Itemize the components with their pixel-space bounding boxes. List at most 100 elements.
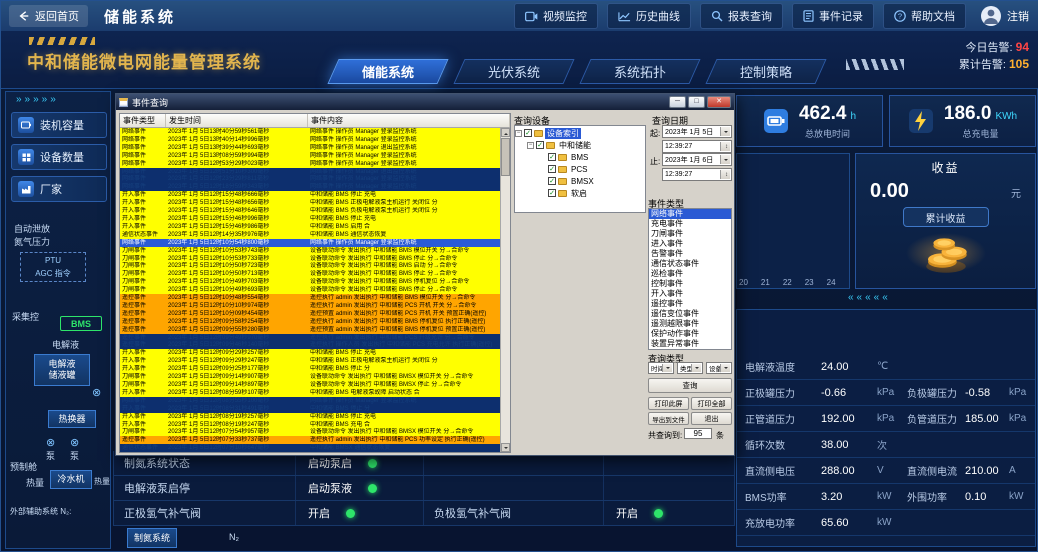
- event-table-row[interactable]: 遥控事件 2023年 1月 5日12时09分58秒254毫秒 遥控执行 admi…: [120, 318, 500, 326]
- tree-checkbox[interactable]: ✓: [548, 189, 556, 197]
- vertical-scrollbar[interactable]: [500, 128, 510, 452]
- event-table-row[interactable]: 刀闸事件 2023年 1月 5日12时09分14秒907毫秒 设备联动命令 发出…: [120, 373, 500, 381]
- event-table-row[interactable]: 开入事件 2023年 1月 5日12时08分19秒257毫秒 中和储能 BMS …: [120, 413, 500, 421]
- tree-item[interactable]: − ✓ 设备索引: [515, 127, 645, 139]
- tree-checkbox[interactable]: ✓: [536, 141, 544, 149]
- event-record-button[interactable]: 事件记录: [792, 3, 874, 29]
- event-type-option[interactable]: 装置异常事件: [649, 339, 731, 349]
- back-home-button[interactable]: 返回首页: [9, 5, 88, 27]
- sidebar-item-manufacturer[interactable]: 厂家: [11, 176, 107, 202]
- export-file-button[interactable]: 导出到文件: [648, 412, 689, 425]
- tree-expander[interactable]: −: [527, 142, 534, 149]
- event-type-option[interactable]: 控制事件: [649, 279, 731, 289]
- event-table-row[interactable]: 遥控事件 2023年 1月 5日12时09分49秒970毫秒 遥控执行 admi…: [120, 334, 500, 342]
- print-screen-button[interactable]: 打印此屏: [648, 397, 689, 410]
- close-button[interactable]: ✕: [707, 96, 731, 108]
- event-table-row[interactable]: 刀闸事件 2023年 1月 5日12时10分50秒723毫秒 设备联动命令 发出…: [120, 262, 500, 270]
- event-table-row[interactable]: 通信状态事件 2023年 1月 5日12时14分35秒976毫秒 中和储能 BM…: [120, 231, 500, 239]
- print-all-button[interactable]: 打印全部: [691, 397, 732, 410]
- event-table-row[interactable]: 网络事件 2023年 1月 5日12时10分54秒800毫秒 网络事件 操作员 …: [120, 239, 500, 247]
- event-table-row[interactable]: 网络事件 2023年 1月 5日12时51分10秒300毫秒 网络事件 操作员 …: [120, 168, 500, 176]
- event-table-row[interactable]: 开入事件 2023年 1月 5日12时08分59秒107毫秒 中和储能 BMS …: [120, 389, 500, 397]
- event-table-row[interactable]: 刀闸事件 2023年 1月 5日12时10分49秒703毫秒 设备联动命令 发出…: [120, 278, 500, 286]
- event-table-row[interactable]: 刀闸事件 2023年 1月 5日12时10分49秒693毫秒 设备联动命令 发出…: [120, 286, 500, 294]
- maximize-button[interactable]: □: [688, 96, 705, 108]
- nav-tab[interactable]: 光伏系统: [453, 59, 574, 84]
- history-curve-button[interactable]: 历史曲线: [607, 3, 691, 29]
- event-type-option[interactable]: 进入事件: [649, 239, 731, 249]
- cumulative-revenue-button[interactable]: 累计收益: [903, 207, 989, 227]
- col-event-time[interactable]: 发生时间: [166, 114, 308, 127]
- event-type-option[interactable]: 充电事件: [649, 219, 731, 229]
- event-type-option[interactable]: 遥信变位事件: [649, 309, 731, 319]
- tree-item[interactable]: ✓ 软启: [515, 187, 645, 199]
- event-table-row[interactable]: 网络事件 2023年 1月 5日13时40分14秒996毫秒 网络事件 操作员 …: [120, 136, 500, 144]
- event-table-row[interactable]: 遥控事件 2023年 1月 5日12时10分09秒454毫秒 遥控预置 admi…: [120, 310, 500, 318]
- event-table-row[interactable]: 刀闸事件 2023年 1月 5日12时10分53秒733毫秒 设备联动命令 发出…: [120, 255, 500, 263]
- tree-expander[interactable]: −: [515, 130, 522, 137]
- logout-label[interactable]: 注销: [1007, 8, 1029, 24]
- nav-tab[interactable]: 储能系统: [327, 59, 448, 84]
- event-table-row[interactable]: 网络事件 2023年 1月 5日12时18分59秒343毫秒 网络事件 操作员 …: [120, 183, 500, 191]
- event-table-row[interactable]: 开入事件 2023年 1月 5日12时15分48秒646毫秒 中和储能 BMS …: [120, 207, 500, 215]
- event-table-row[interactable]: 网络事件 2023年 1月 5日12时53分29秒023毫秒 网络事件 操作员 …: [120, 160, 500, 168]
- event-table-row[interactable]: 刀闸事件 2023年 1月 5日12时10分50秒713毫秒 设备联动命令 发出…: [120, 270, 500, 278]
- event-table-row[interactable]: 遥控事件 2023年 1月 5日12时10分48秒554毫秒 遥控执行 admi…: [120, 294, 500, 302]
- col-event-content[interactable]: 事件内容: [308, 114, 510, 127]
- scroll-up-arrow[interactable]: [501, 128, 510, 137]
- event-table-row[interactable]: 刀闸事件 2023年 1月 5日12时09分14秒897毫秒 设备联动命令 发出…: [120, 381, 500, 389]
- sort-device-select[interactable]: 设备↑: [706, 362, 732, 374]
- to-time-spinner[interactable]: 12:39:27: [662, 168, 732, 181]
- scroll-thumb[interactable]: [501, 138, 510, 176]
- tree-checkbox[interactable]: ✓: [548, 165, 556, 173]
- minimize-button[interactable]: ─: [669, 96, 686, 108]
- event-table-row[interactable]: 开入事件 2023年 1月 5日12时15分48秒666毫秒 中和储能 BMS …: [120, 191, 500, 199]
- scroll-down-arrow[interactable]: [501, 443, 510, 452]
- event-table-row[interactable]: 网络事件 2023年 1月 5日12时23分29秒811毫秒 网络事件 操作员 …: [120, 175, 500, 183]
- sidebar-item-installed-capacity[interactable]: 装机容量: [11, 112, 107, 138]
- event-table-row[interactable]: 开入事件 2023年 1月 5日12时08分19秒247毫秒 中和储能 BMS …: [120, 421, 500, 429]
- event-table-row[interactable]: 网络事件 2023年 1月 5日13时39分44秒693毫秒 网络事件 操作员 …: [120, 144, 500, 152]
- event-table-row[interactable]: 刀闸事件 2023年 1月 5日12时07分54秒957毫秒 设备联动命令 发出…: [120, 428, 500, 436]
- sidebar-item-device-count[interactable]: 设备数量: [11, 144, 107, 170]
- dialog-title-bar[interactable]: 事件查询 ─ □ ✕: [116, 94, 734, 110]
- event-table-row[interactable]: 开入事件 2023年 1月 5日12时09分25秒177毫秒 中和储能 BMS …: [120, 365, 500, 373]
- event-table-row[interactable]: 开入事件 2023年 1月 5日12时15分48秒656毫秒 中和储能 BMS …: [120, 199, 500, 207]
- event-type-option[interactable]: 遥测越限事件: [649, 319, 731, 329]
- tree-item[interactable]: ✓ BMS: [515, 151, 645, 163]
- nav-tab[interactable]: 控制策略: [705, 59, 826, 84]
- sort-time-select[interactable]: 时间↑: [648, 362, 674, 374]
- tree-item[interactable]: ✓ PCS: [515, 163, 645, 175]
- event-table-row[interactable]: 网络事件 2023年 1月 5日13时08分59秒994毫秒 网络事件 操作员 …: [120, 152, 500, 160]
- col-event-type[interactable]: 事件类型: [120, 114, 166, 127]
- query-button[interactable]: 查询: [648, 378, 732, 393]
- tree-item[interactable]: ✓ BMSX: [515, 175, 645, 187]
- tree-checkbox[interactable]: ✓: [548, 177, 556, 185]
- tree-item[interactable]: − ✓ 中和储能: [515, 139, 645, 151]
- event-table-row[interactable]: 网络事件 2023年 1月 5日13时40分59秒561毫秒 网络事件 操作员 …: [120, 128, 500, 136]
- event-type-option[interactable]: 开入事件: [649, 289, 731, 299]
- event-table-row[interactable]: 遥控事件 2023年 1月 5日12时10分10秒974毫秒 遥控执行 admi…: [120, 302, 500, 310]
- event-type-option[interactable]: 遥控事件: [649, 299, 731, 309]
- event-table-row[interactable]: 开入事件 2023年 1月 5日12时09分29秒257毫秒 中和储能 BMS …: [120, 349, 500, 357]
- event-type-option[interactable]: 巡检事件: [649, 269, 731, 279]
- video-monitor-button[interactable]: 视频监控: [514, 3, 598, 29]
- event-type-option[interactable]: 网络事件: [649, 209, 731, 219]
- sort-type-select[interactable]: 类型↑: [677, 362, 703, 374]
- event-table-row[interactable]: 遥控事件 2023年 1月 5日12时09分46秒140毫秒 遥控执行 操作人员…: [120, 341, 500, 349]
- event-type-option[interactable]: 通信状态事件: [649, 259, 731, 269]
- exit-button[interactable]: 退出: [691, 412, 732, 425]
- tree-checkbox[interactable]: ✓: [524, 129, 532, 137]
- event-table-row[interactable]: 通信状态事件 2023年 1月 5日12时07分10秒647毫秒 中和储能 BM…: [120, 444, 500, 452]
- event-type-option[interactable]: 告警事件: [649, 249, 731, 259]
- tree-checkbox[interactable]: ✓: [548, 153, 556, 161]
- from-time-spinner[interactable]: 12:39:27: [662, 140, 732, 153]
- event-table-row[interactable]: 开入事件 2023年 1月 5日12时09分29秒247毫秒 中和储能 BMS …: [120, 357, 500, 365]
- event-table-row[interactable]: 刀闸事件 2023年 1月 5日12时10分53秒743毫秒 设备联动命令 发出…: [120, 247, 500, 255]
- help-doc-button[interactable]: ? 帮助文档: [883, 3, 966, 29]
- event-table-row[interactable]: 开入事件 2023年 1月 5日12时08分31秒491毫秒 中和储能 BMS …: [120, 405, 500, 413]
- event-table-row[interactable]: 遥控事件 2023年 1月 5日12时09分55秒280毫秒 遥控预置 admi…: [120, 326, 500, 334]
- event-type-option[interactable]: 保护动作事件: [649, 329, 731, 339]
- from-date-select[interactable]: 2023年 1月 5日: [662, 125, 732, 138]
- event-table-row[interactable]: 遥控事件 2023年 1月 5日12时07分33秒737毫秒 遥控执行 admi…: [120, 436, 500, 444]
